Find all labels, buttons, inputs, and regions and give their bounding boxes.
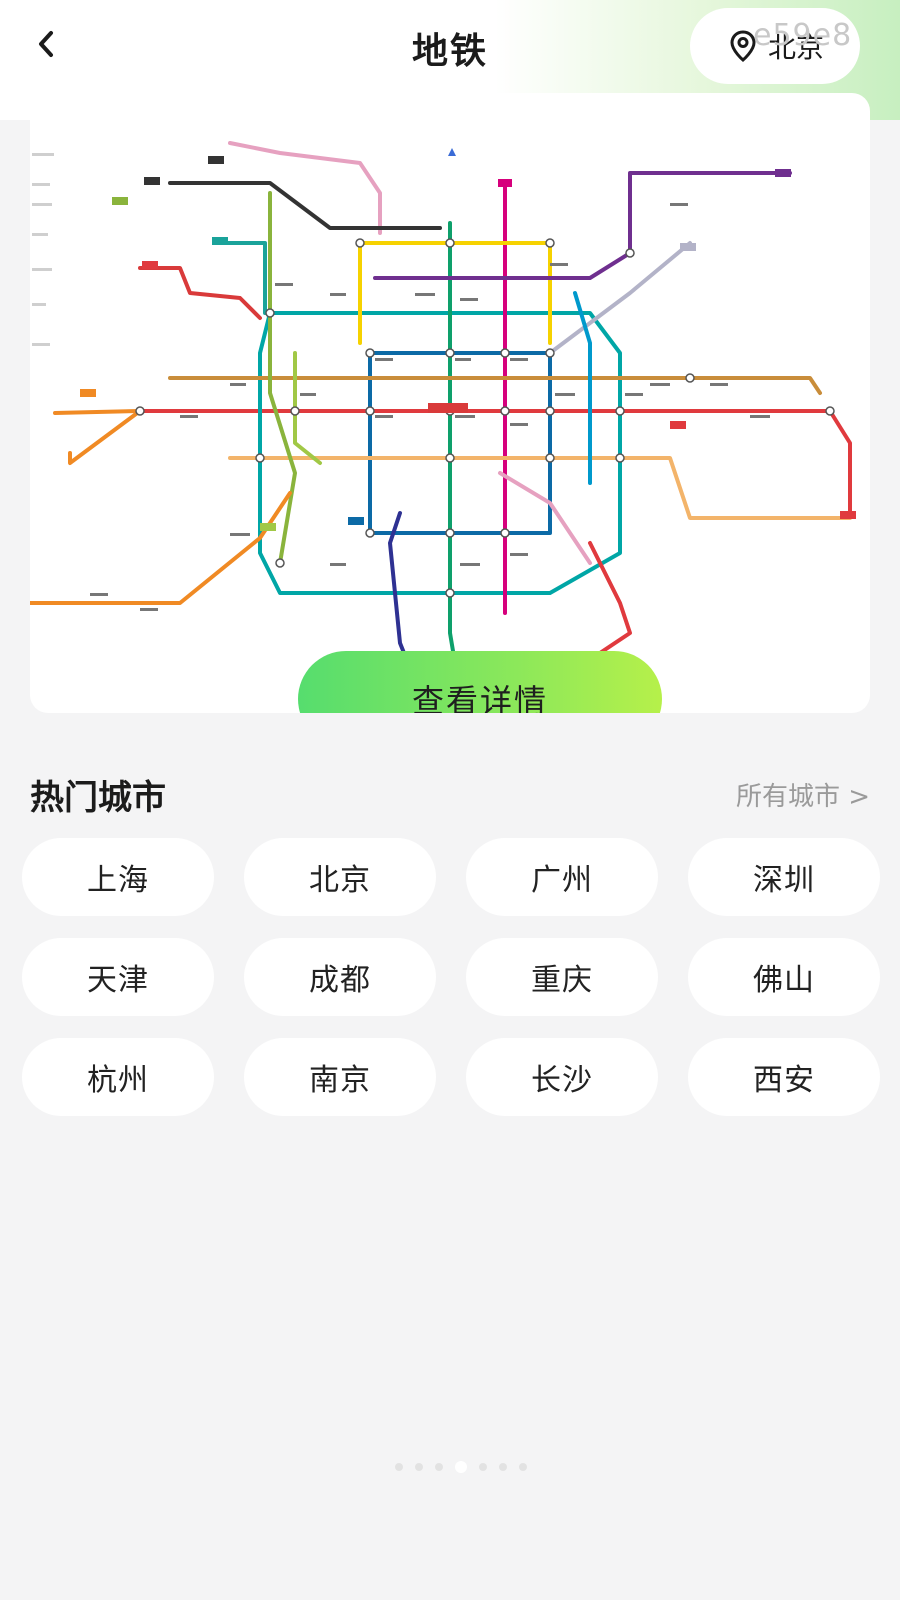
city-chip-hangzhou[interactable]: 杭州 bbox=[22, 1038, 214, 1116]
all-cities-link[interactable]: 所有城市 > bbox=[736, 776, 870, 813]
city-chip-shenzhen[interactable]: 深圳 bbox=[688, 838, 880, 916]
pagination-dot bbox=[435, 1463, 443, 1471]
pagination-dots bbox=[395, 1461, 527, 1473]
city-chip-changsha[interactable]: 长沙 bbox=[466, 1038, 658, 1116]
watermark: e59e8 bbox=[753, 18, 853, 53]
subway-map-image bbox=[30, 141, 856, 695]
pagination-dot bbox=[479, 1463, 487, 1471]
pagination-dot bbox=[519, 1463, 527, 1471]
header: 地铁 北京 e59e8 bbox=[0, 0, 900, 95]
city-chip-chengdu[interactable]: 成都 bbox=[244, 938, 436, 1016]
city-chip-guangzhou[interactable]: 广州 bbox=[466, 838, 658, 916]
pagination-dot bbox=[499, 1463, 507, 1471]
city-chip-xian[interactable]: 西安 bbox=[688, 1038, 880, 1116]
city-chip-foshan[interactable]: 佛山 bbox=[688, 938, 880, 1016]
pagination-dot bbox=[415, 1463, 423, 1471]
city-chip-shanghai[interactable]: 上海 bbox=[22, 838, 214, 916]
pagination-dot bbox=[455, 1461, 467, 1473]
hot-cities-title: 热门城市 bbox=[30, 778, 166, 818]
view-details-button[interactable]: 查看详情 bbox=[298, 651, 662, 713]
city-chip-chongqing[interactable]: 重庆 bbox=[466, 938, 658, 1016]
city-chip-beijing[interactable]: 北京 bbox=[244, 838, 436, 916]
city-chip-nanjing[interactable]: 南京 bbox=[244, 1038, 436, 1116]
subway-map-card[interactable]: 查看详情 bbox=[30, 93, 870, 713]
pagination-dot bbox=[395, 1463, 403, 1471]
city-chip-tianjin[interactable]: 天津 bbox=[22, 938, 214, 1016]
hot-cities-grid: 上海 北京 广州 深圳 天津 成都 重庆 佛山 杭州 南京 长沙 西安 bbox=[22, 838, 880, 1116]
